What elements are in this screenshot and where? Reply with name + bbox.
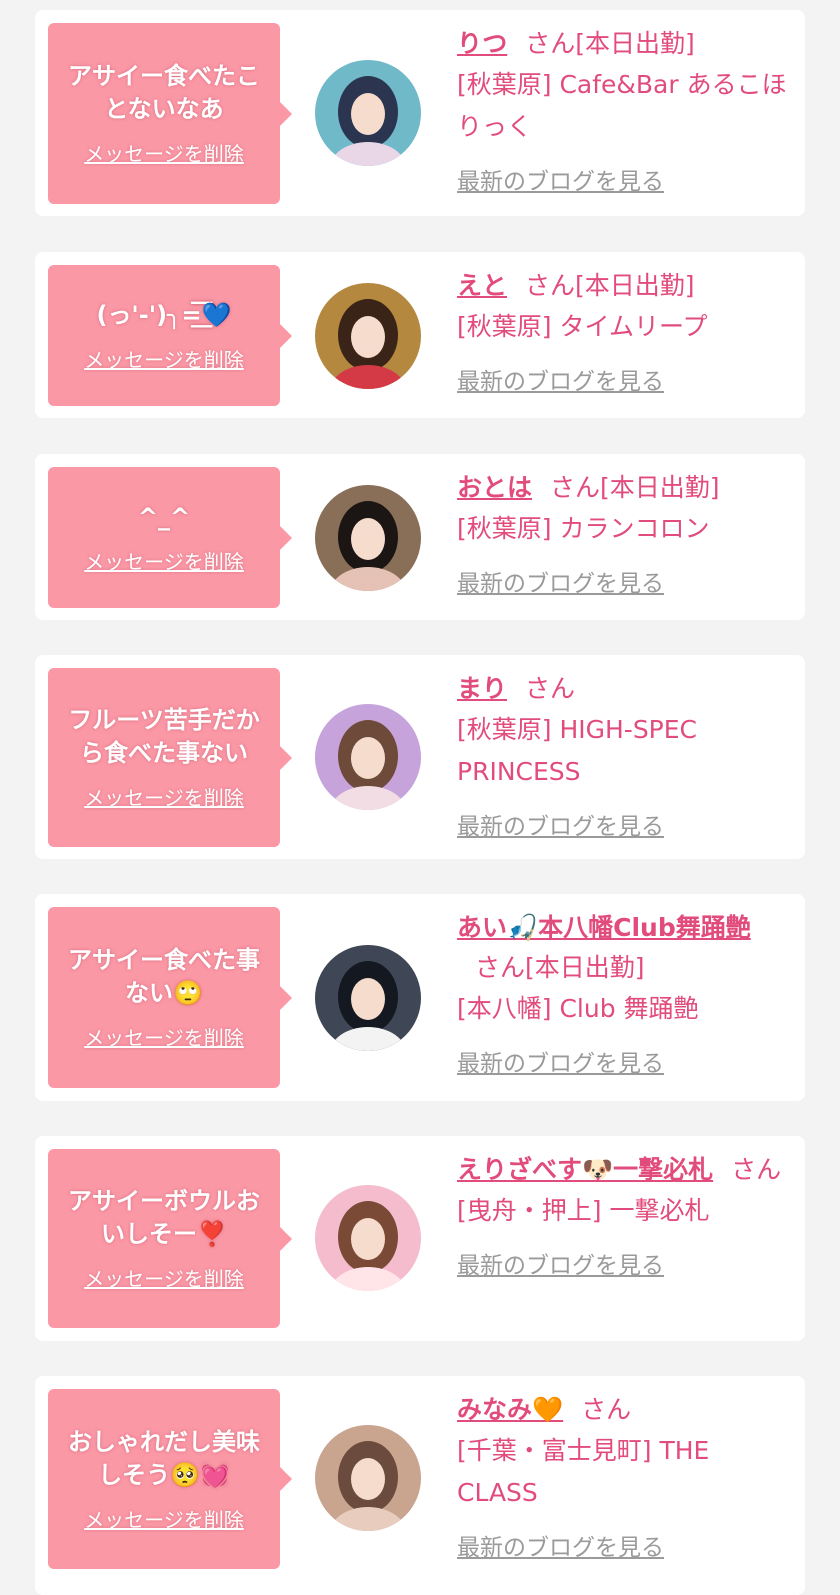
latest-blog-link[interactable]: 最新のブログを見る [457, 1044, 664, 1078]
shop-name: [本八幡] Club 舞踊艶 [457, 994, 699, 1023]
avatar-photo [315, 945, 421, 1051]
cast-name-link[interactable]: あい🎣本八幡Club舞踊艶 [457, 913, 751, 942]
cast-name-line: まり さん [457, 669, 787, 709]
message-bubble: アサイー食べた事ない🙄 メッセージを削除 [48, 907, 280, 1088]
cast-name-line: りつ さん[本日出勤] [457, 24, 787, 64]
avatar[interactable] [315, 60, 421, 166]
cast-info: りつ さん[本日出勤] [秋葉原] Cafe&Bar あるこほりっく最新のブログを見… [457, 24, 787, 196]
message-bubble: おしゃれだし美味しそう🥺💓 メッセージを削除 [48, 1389, 280, 1569]
avatar-photo [315, 283, 421, 389]
cast-name-line: おとは さん[本日出勤] [457, 468, 787, 508]
cast-info: えと さん[本日出勤] [秋葉原] タイムリープ最新のブログを見る [457, 266, 787, 396]
latest-blog-link[interactable]: 最新のブログを見る [457, 564, 664, 598]
message-text: アサイーボウルおいしそー❣️ [68, 1187, 260, 1248]
shift-status: [本日出勤] [575, 29, 695, 58]
cast-info: まり さん [秋葉原] HIGH-SPEC PRINCESS 最新のブログを見る [457, 669, 787, 841]
message-bubble: ^_^ メッセージを削除 [48, 467, 280, 608]
message-text: アサイー食べた事ない🙄 [68, 946, 260, 1007]
latest-blog-link[interactable]: 最新のブログを見る [457, 162, 664, 196]
cast-name-link[interactable]: おとは [457, 473, 532, 502]
delete-message-link[interactable]: メッセージを削除 [84, 1022, 244, 1051]
shop-name: [千葉・富士見町] THE CLASS [457, 1436, 710, 1507]
latest-blog-link[interactable]: 最新のブログを見る [457, 362, 664, 396]
shop-name: [秋葉原] タイムリープ [457, 312, 708, 341]
delete-message-link[interactable]: メッセージを削除 [84, 1504, 244, 1533]
cast-name-link[interactable]: まり [457, 674, 507, 703]
message-text: ^_^ [137, 502, 191, 531]
cast-info: みなみ🧡 さん [千葉・富士見町] THE CLASS 最新のブログを見る [457, 1390, 787, 1562]
cast-name-link[interactable]: えりざべす🐶一撃必札 [457, 1155, 713, 1184]
shop-name: [曳舟・押上] 一撃必札 [457, 1196, 710, 1225]
avatar[interactable] [315, 1185, 421, 1291]
shift-status: [本日出勤] [525, 953, 645, 982]
message-text: フルーツ苦手だから食べた事ない [68, 706, 260, 767]
cast-name-link[interactable]: りつ [457, 29, 507, 58]
favorite-card: おしゃれだし美味しそう🥺💓 メッセージを削除 みなみ🧡 さん [千葉・富士見町] THE… [35, 1376, 805, 1595]
message-text: アサイー食べたことないなあ [68, 62, 260, 123]
favorite-card: (っ'-')╮=͟͟͞͞💙 メッセージを削除 えと さん[本日出勤] [秋葉原] タイム… [35, 252, 805, 418]
favorite-card: アサイーボウルおいしそー❣️ メッセージを削除 えりざべす🐶一撃必札 さん [曳舟・押上… [35, 1136, 805, 1341]
avatar[interactable] [315, 485, 421, 591]
honorific-label: さん [550, 473, 601, 502]
message-bubble: (っ'-')╮=͟͟͞͞💙 メッセージを削除 [48, 265, 280, 406]
cast-name-line: みなみ🧡 さん [457, 1390, 787, 1430]
message-text: おしゃれだし美味しそう🥺💓 [68, 1427, 260, 1489]
favorite-card: フルーツ苦手だから食べた事ないメッセージを削除 まり さん [秋葉原] HIGH-SP… [35, 655, 805, 859]
cast-name-line: えりざべす🐶一撃必札 さん [457, 1150, 787, 1190]
cast-name-link[interactable]: えと [457, 271, 507, 300]
shop-name: [秋葉原] カランコロン [457, 514, 710, 543]
honorific-label: さん [475, 953, 526, 982]
latest-blog-link[interactable]: 最新のブログを見る [457, 807, 664, 841]
honorific-label: さん [525, 29, 576, 58]
cast-info: あい🎣本八幡Club舞踊艶さん[本日出勤] [本八幡] Club 舞踊艶最新のブロ… [457, 908, 787, 1078]
favorites-message-list: アサイー食べたことないなあ メッセージを削除 りつ さん[本日出勤] [秋葉原] Caf… [0, 0, 840, 1595]
avatar-photo [315, 485, 421, 591]
delete-message-link[interactable]: メッセージを削除 [84, 546, 244, 575]
avatar-photo [315, 1425, 421, 1531]
favorite-card: アサイー食べたことないなあメッセージを削除 りつ さん[本日出勤] [秋葉原] Caf… [35, 10, 805, 216]
avatar-photo [315, 1185, 421, 1291]
delete-message-link[interactable]: メッセージを削除 [84, 782, 244, 811]
delete-message-link[interactable]: メッセージを削除 [84, 138, 244, 167]
honorific-label: さん [731, 1155, 782, 1184]
avatar[interactable] [315, 283, 421, 389]
honorific-label: さん [525, 271, 576, 300]
cast-info: おとは さん[本日出勤] [秋葉原] カランコロン最新のブログを見る [457, 468, 787, 598]
cast-name-line: えと さん[本日出勤] [457, 266, 787, 306]
shop-name: [秋葉原] HIGH-SPEC PRINCESS [457, 715, 698, 786]
shop-name: [秋葉原] Cafe&Bar あるこほりっく [457, 70, 787, 141]
delete-message-link[interactable]: メッセージを削除 [84, 344, 244, 373]
avatar[interactable] [315, 1425, 421, 1531]
message-bubble: アサイーボウルおいしそー❣️ メッセージを削除 [48, 1149, 280, 1328]
delete-message-link[interactable]: メッセージを削除 [84, 1263, 244, 1292]
cast-info: えりざべす🐶一撃必札 さん [曳舟・押上] 一撃必札最新のブログを見る [457, 1150, 787, 1280]
latest-blog-link[interactable]: 最新のブログを見る [457, 1246, 664, 1280]
message-bubble: フルーツ苦手だから食べた事ないメッセージを削除 [48, 668, 280, 847]
cast-name-link[interactable]: みなみ🧡 [457, 1395, 563, 1424]
favorite-card: アサイー食べた事ない🙄 メッセージを削除 あい🎣本八幡Club舞踊艶さん[本日出勤]… [35, 894, 805, 1101]
latest-blog-link[interactable]: 最新のブログを見る [457, 1528, 664, 1562]
avatar[interactable] [315, 945, 421, 1051]
honorific-label: さん [525, 674, 576, 703]
avatar[interactable] [315, 704, 421, 810]
favorite-card: ^_^ メッセージを削除 おとは さん[本日出勤] [秋葉原] カランコロン最新のブログ… [35, 454, 805, 620]
honorific-label: さん [581, 1395, 632, 1424]
shift-status: [本日出勤] [600, 473, 720, 502]
message-bubble: アサイー食べたことないなあメッセージを削除 [48, 23, 280, 204]
cast-name-line: あい🎣本八幡Club舞踊艶さん[本日出勤] [457, 908, 787, 988]
avatar-photo [315, 704, 421, 810]
message-text: (っ'-')╮=͟͟͞͞💙 [96, 300, 232, 329]
shift-status: [本日出勤] [575, 271, 695, 300]
avatar-photo [315, 60, 421, 166]
